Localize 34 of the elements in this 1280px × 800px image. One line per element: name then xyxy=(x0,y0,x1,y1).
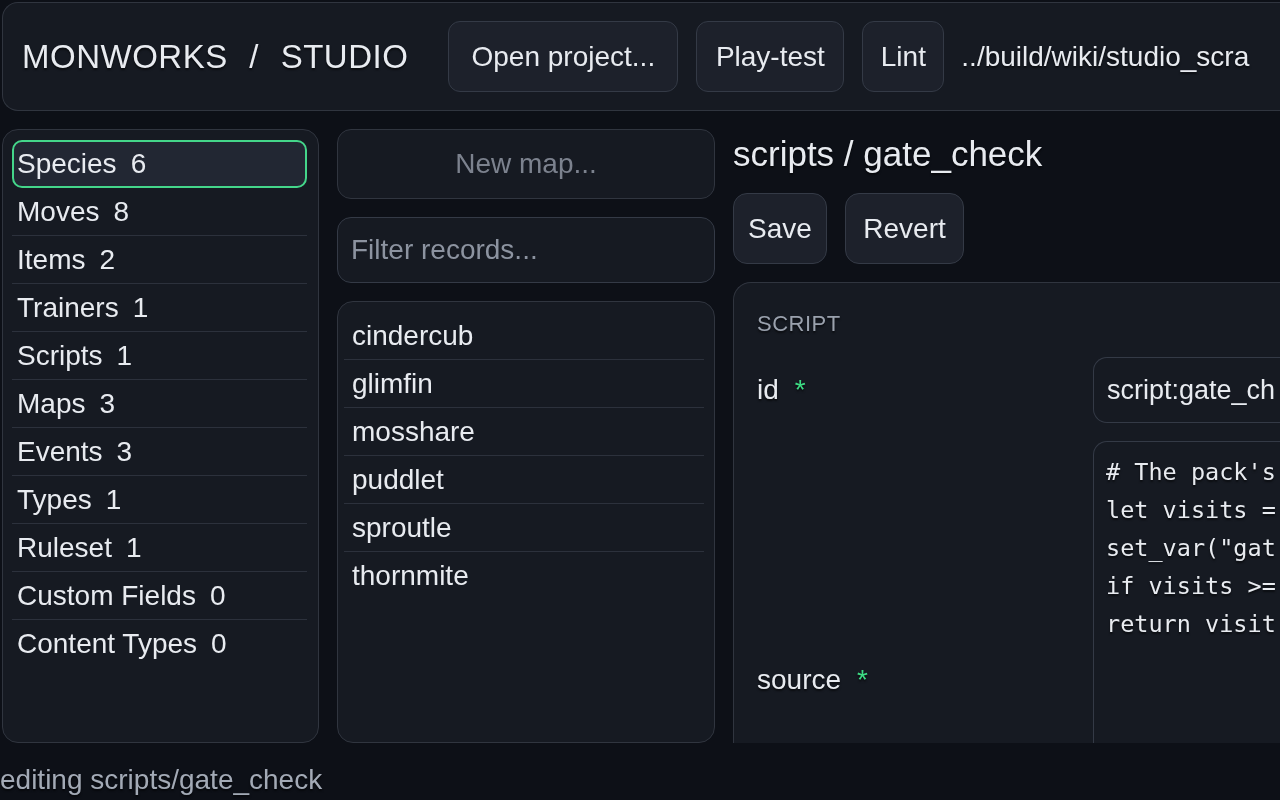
sidebar-item[interactable]: Items 2 xyxy=(12,236,307,284)
sidebar-item[interactable]: Scripts 1 xyxy=(12,332,307,380)
toolbar-button[interactable]: Lint xyxy=(862,21,945,92)
code-editor[interactable]: # The pack's let visits = set_var("gat if visits >= return visit xyxy=(1093,441,1280,743)
action-button[interactable]: Save xyxy=(733,193,827,264)
record-item[interactable]: sproutle xyxy=(344,504,704,552)
filter-field[interactable]: Filter records... xyxy=(337,217,715,283)
toolbar-button[interactable]: Open project... xyxy=(448,21,679,92)
app-title: MONWORKS / STUDIO xyxy=(22,40,409,73)
sidebar-item[interactable]: Content Types 0 xyxy=(12,620,307,668)
sidebar-item[interactable]: Ruleset 1 xyxy=(12,524,307,572)
action-button[interactable]: Revert xyxy=(845,193,964,264)
field-label: id xyxy=(757,374,779,406)
record-item[interactable]: thornmite xyxy=(344,552,704,600)
toolbar-button[interactable]: Play-test xyxy=(696,21,845,92)
record-item[interactable]: cindercub xyxy=(344,312,704,360)
page-title: scripts / gate_check xyxy=(733,133,1043,175)
id-field[interactable]: script:gate_ch xyxy=(1093,357,1280,423)
sidebar-item[interactable]: Types 1 xyxy=(12,476,307,524)
sidebar-item[interactable]: Events 3 xyxy=(12,428,307,476)
required-mark: * xyxy=(794,374,806,406)
sidebar-item[interactable]: Trainers 1 xyxy=(12,284,307,332)
section-heading: SCRIPT xyxy=(757,310,841,338)
record-item[interactable]: puddlet xyxy=(344,456,704,504)
required-mark: * xyxy=(857,664,868,696)
sidebar-item[interactable]: Custom Fields 0 xyxy=(12,572,307,620)
sidebar-item[interactable]: Moves 8 xyxy=(12,188,307,236)
sidebar-item[interactable]: Species 6 xyxy=(12,140,307,188)
status-text: editing scripts/gate_check xyxy=(0,764,323,795)
record-item[interactable]: glimfin xyxy=(344,360,704,408)
field-label: source xyxy=(757,664,842,696)
sidebar-item[interactable]: Maps 3 xyxy=(12,380,307,428)
file-path: ../build/wiki/studio_scra xyxy=(961,39,1250,74)
record-item[interactable]: mosshare xyxy=(344,408,704,456)
